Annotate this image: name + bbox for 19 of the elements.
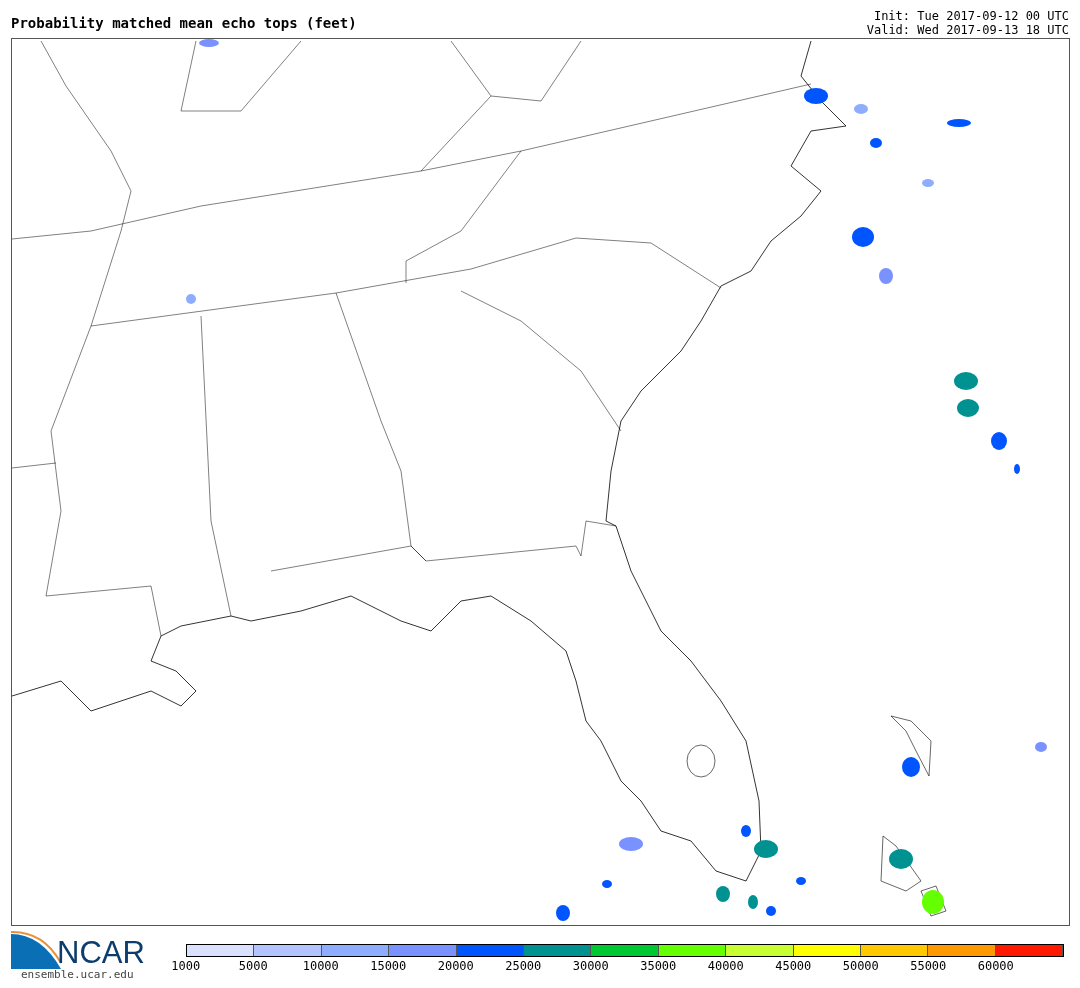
scale-label: 30000 (571, 958, 610, 975)
logo-text: NCAR (57, 937, 145, 969)
scale-label: 25000 (504, 958, 543, 975)
scale-label: 20000 (436, 958, 475, 975)
scale-label: 55000 (909, 958, 948, 975)
scale-label: 45000 (774, 958, 813, 975)
scale-label: 1000 (170, 958, 202, 975)
valid-time: Valid: Wed 2017-09-13 18 UTC (866, 23, 1069, 37)
scale-label: 50000 (841, 958, 880, 975)
scale-label: 5000 (237, 958, 269, 975)
chart-title: Probability matched mean echo tops (feet) (11, 14, 357, 33)
init-time: Init: Tue 2017-09-12 00 UTC (873, 9, 1069, 23)
website-url: ensemble.ucar.edu (21, 969, 135, 981)
scale-label: 15000 (369, 958, 408, 975)
scale-label: 60000 (976, 958, 1015, 975)
scale-label: 35000 (639, 958, 678, 975)
logo-swoosh-icon (11, 929, 61, 969)
scale-label: 10000 (301, 958, 340, 975)
scale-label: 40000 (706, 958, 745, 975)
